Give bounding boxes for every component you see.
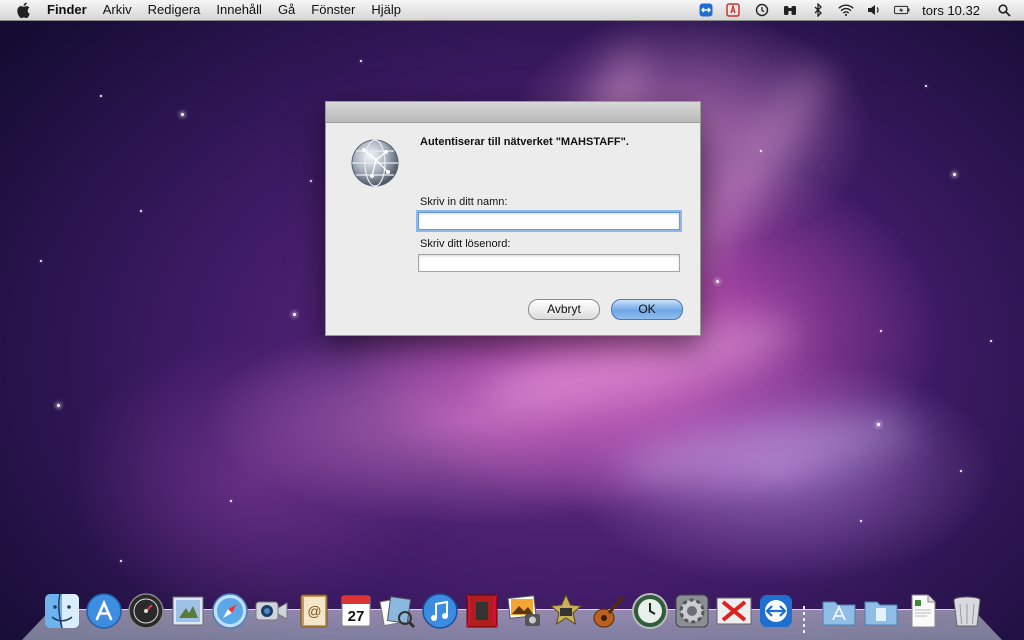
pdf-document-icon[interactable] xyxy=(904,592,942,630)
address-book-icon[interactable]: @ xyxy=(295,592,333,630)
desktop: Finder Arkiv Redigera Innehåll Gå Fönste… xyxy=(0,0,1024,640)
star xyxy=(293,313,296,316)
star xyxy=(57,404,60,407)
x11-icon[interactable] xyxy=(715,592,753,630)
dock-divider xyxy=(803,606,805,636)
star xyxy=(877,423,880,426)
menu-bar: Finder Arkiv Redigera Innehåll Gå Fönste… xyxy=(0,0,1024,21)
star xyxy=(230,500,232,502)
dialog-titlebar[interactable] xyxy=(326,102,700,123)
svg-text:@: @ xyxy=(307,603,321,619)
time-machine-dock-icon[interactable] xyxy=(631,592,669,630)
facetime-icon[interactable] xyxy=(253,592,291,630)
menu-app-name[interactable]: Finder xyxy=(39,0,95,20)
time-machine-icon[interactable] xyxy=(754,2,770,18)
name-input[interactable] xyxy=(418,212,680,230)
star xyxy=(310,180,312,182)
star xyxy=(760,150,762,152)
star xyxy=(860,520,862,522)
ok-button[interactable]: OK xyxy=(611,299,683,320)
mail-icon[interactable] xyxy=(169,592,207,630)
teamviewer-icon[interactable] xyxy=(698,2,714,18)
star xyxy=(716,280,719,283)
dialog-message: Autentiserar till nätverket "MAHSTAFF". xyxy=(420,136,629,148)
star xyxy=(925,85,927,87)
star xyxy=(960,470,962,472)
authentication-dialog: Autentiserar till nätverket "MAHSTAFF". … xyxy=(325,101,701,336)
wifi-icon[interactable] xyxy=(838,2,854,18)
spotlight-icon[interactable] xyxy=(996,2,1012,18)
star xyxy=(953,173,956,176)
star xyxy=(880,330,882,332)
ical-icon[interactable]: 27 xyxy=(337,592,375,630)
dashboard-icon[interactable] xyxy=(127,592,165,630)
safari-icon[interactable] xyxy=(211,592,249,630)
menu-fonster[interactable]: Fönster xyxy=(303,0,363,20)
star xyxy=(990,340,992,342)
star xyxy=(181,113,184,116)
trash-icon[interactable] xyxy=(948,592,986,630)
ical-date: 27 xyxy=(348,608,365,625)
garageband-icon[interactable] xyxy=(589,592,627,630)
apple-menu-icon[interactable] xyxy=(17,2,31,18)
imovie-icon[interactable] xyxy=(547,592,585,630)
system-preferences-icon[interactable] xyxy=(673,592,711,630)
teamviewer-dock-icon[interactable] xyxy=(757,592,795,630)
app-store-icon[interactable] xyxy=(85,592,123,630)
network-globe-icon xyxy=(350,138,400,188)
battery-icon[interactable] xyxy=(894,2,910,18)
itunes-icon[interactable] xyxy=(421,592,459,630)
star xyxy=(40,260,42,262)
password-label: Skriv ditt lösenord: xyxy=(420,238,511,250)
photo-booth-icon[interactable] xyxy=(463,592,501,630)
password-input[interactable] xyxy=(418,254,680,272)
iphoto-icon[interactable] xyxy=(505,592,543,630)
menu-arkiv[interactable]: Arkiv xyxy=(95,0,140,20)
aurora-streak xyxy=(617,399,923,501)
star xyxy=(100,95,102,97)
bluetooth-icon[interactable] xyxy=(810,2,826,18)
name-label: Skriv in ditt namn: xyxy=(420,196,508,208)
menu-innehall[interactable]: Innehåll xyxy=(208,0,270,20)
menu-clock[interactable]: tors 10.32 xyxy=(922,3,980,18)
star xyxy=(120,560,122,562)
menu-ga[interactable]: Gå xyxy=(270,0,303,20)
menu-extras: tors 10.32 xyxy=(692,0,1024,20)
preview-icon[interactable] xyxy=(379,592,417,630)
menu-hjalp[interactable]: Hjälp xyxy=(363,0,409,20)
menu-redigera[interactable]: Redigera xyxy=(140,0,209,20)
documents-folder-icon[interactable] xyxy=(862,592,900,630)
cancel-button[interactable]: Avbryt xyxy=(528,299,600,320)
finder-icon[interactable] xyxy=(43,592,81,630)
applications-folder-icon[interactable] xyxy=(820,592,858,630)
binoculars-icon[interactable] xyxy=(782,2,798,18)
dock: @ 27 xyxy=(0,580,1024,640)
star xyxy=(360,60,362,62)
adobe-updater-icon[interactable] xyxy=(726,2,742,18)
volume-icon[interactable] xyxy=(866,2,882,18)
star xyxy=(140,210,142,212)
